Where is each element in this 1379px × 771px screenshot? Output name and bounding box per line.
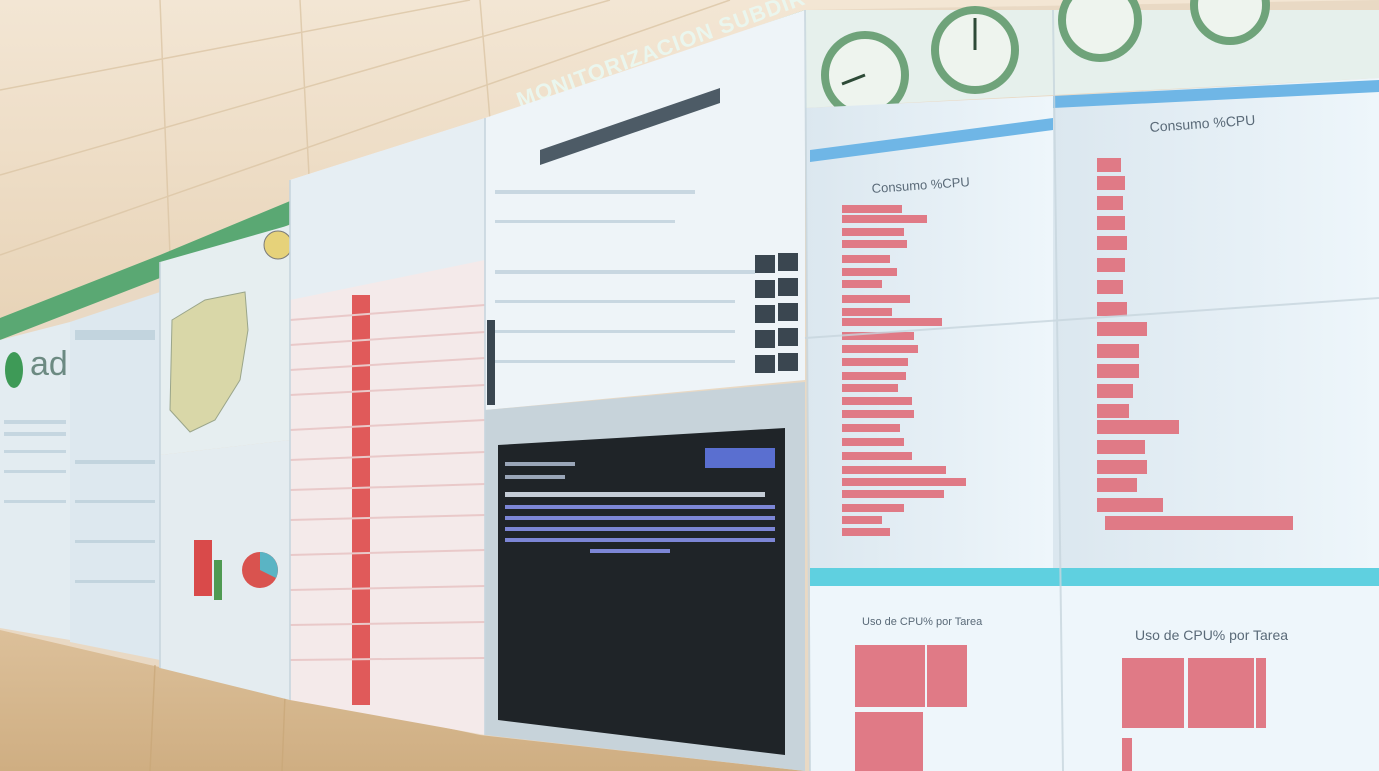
chart-bar-green xyxy=(194,540,212,596)
task-left-titlebar xyxy=(810,568,1053,586)
task-left-title: Uso de CPU% por Tarea xyxy=(862,616,983,628)
video-wall-photo: MONITORIZACION SUBDIR adif Consumo %CPU … xyxy=(0,0,1379,771)
gauge-3 xyxy=(1058,0,1142,62)
gauge-4 xyxy=(1190,0,1270,45)
red-column xyxy=(352,295,370,705)
screen-list xyxy=(70,292,160,660)
left-status-strip xyxy=(487,320,495,405)
clock-icon xyxy=(263,230,293,260)
task-right-title: Uso de CPU% por Tarea xyxy=(1135,627,1288,643)
logo-leaf-icon xyxy=(5,352,23,388)
chart-bar-small xyxy=(214,560,222,600)
task-right-titlebar xyxy=(1053,568,1379,586)
